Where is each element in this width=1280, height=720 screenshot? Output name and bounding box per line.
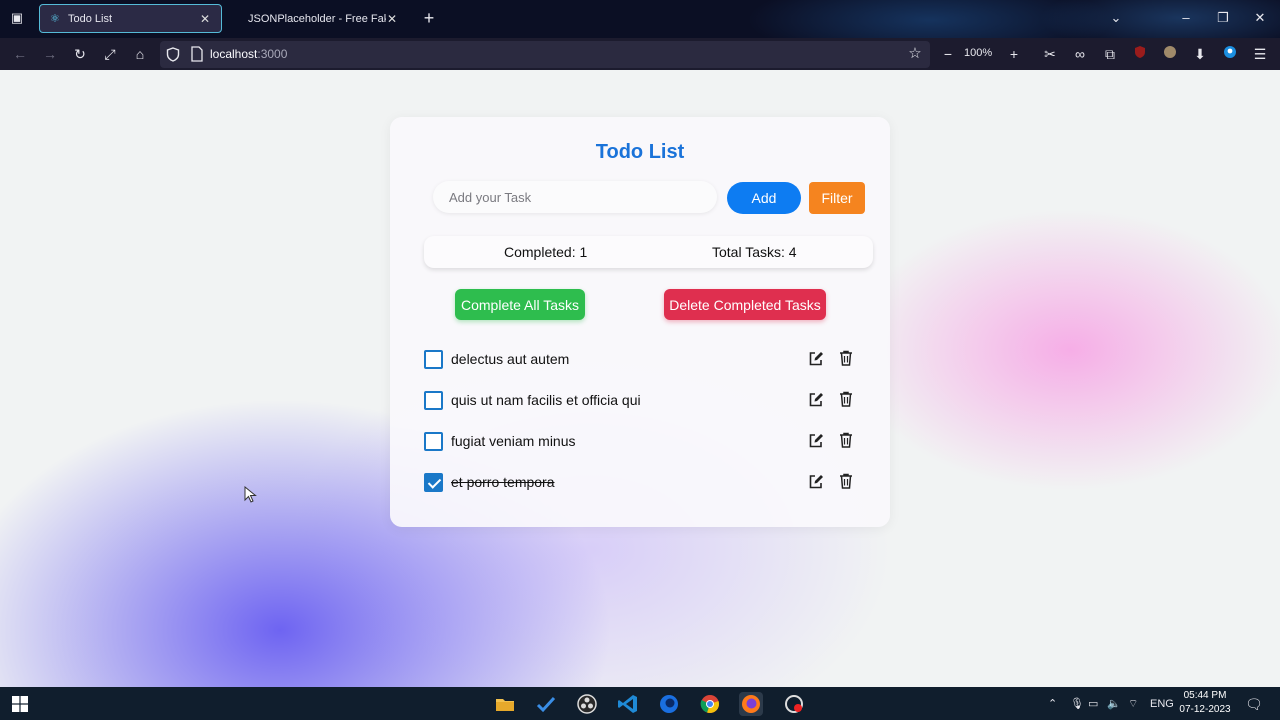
menu-icon[interactable]: ☰ — [1250, 44, 1270, 64]
home-icon[interactable]: ⌂ — [130, 44, 150, 64]
tray-chevron-up-icon[interactable]: ⌃ — [1048, 696, 1057, 712]
stats-bar: Completed: 1 Total Tasks: 4 — [424, 236, 873, 268]
extensions-icon[interactable]: ⧉ — [1100, 44, 1120, 64]
obs-icon[interactable] — [575, 692, 599, 716]
trash-icon[interactable] — [838, 472, 854, 490]
trash-icon[interactable] — [838, 390, 854, 408]
new-tab-icon[interactable]: + — [420, 8, 438, 28]
reload-icon[interactable]: ↻ — [70, 44, 90, 64]
complete-all-button[interactable]: Complete All Tasks — [455, 289, 585, 320]
bookmark-star-icon[interactable]: ☆ — [906, 45, 924, 63]
back-icon[interactable]: ← — [10, 44, 30, 64]
firefox-icon[interactable] — [739, 692, 763, 716]
app-title: Todo List — [595, 141, 685, 163]
task-item: et porro tempora — [424, 472, 864, 513]
expand-icon[interactable]: ⤢ — [100, 44, 120, 64]
edit-icon[interactable] — [808, 472, 824, 490]
url-bar[interactable]: localhost:3000 ☆ — [160, 41, 930, 68]
task-input[interactable] — [433, 181, 717, 213]
tab-list-icon[interactable]: ▣ — [8, 10, 26, 26]
screenshot-icon[interactable]: ✂ — [1040, 44, 1060, 64]
task-list: delectus aut autem quis ut nam facilis e… — [424, 349, 864, 513]
url-text: localhost:3000 — [210, 47, 288, 61]
minimize-icon[interactable]: – — [1176, 8, 1196, 28]
firefox-developer-icon[interactable] — [657, 692, 681, 716]
account-icon[interactable] — [1220, 44, 1240, 64]
edit-icon[interactable] — [808, 390, 824, 408]
mouse-cursor-icon — [244, 486, 257, 503]
zoom-in-icon[interactable]: + — [1004, 44, 1024, 64]
vscode-icon[interactable] — [616, 692, 640, 716]
task-text: quis ut nam facilis et officia qui — [451, 392, 641, 408]
shield-icon[interactable] — [166, 47, 180, 62]
page-content: Todo List Add Filter Completed: 1 Total … — [0, 70, 1280, 687]
task-item: delectus aut autem — [424, 349, 864, 390]
microphone-icon[interactable]: 🎙 — [1070, 696, 1084, 712]
ublock-icon[interactable] — [1130, 44, 1150, 64]
add-button[interactable]: Add — [727, 182, 801, 214]
task-checkbox[interactable] — [424, 391, 443, 410]
notifications-icon[interactable]: 🗨 — [1245, 696, 1263, 712]
clock-date: 07-12-2023 — [1179, 704, 1231, 715]
browser-tab-bar: ▣ ⚛ Todo List ✕ JSONPlaceholder - Free F… — [0, 0, 1280, 38]
volume-icon[interactable]: 🔈 — [1107, 696, 1121, 712]
tab-title: Todo List — [68, 12, 113, 25]
download-icon[interactable]: ⬇ — [1190, 44, 1210, 64]
total-count: Total Tasks: 4 — [712, 244, 797, 260]
browser-nav-bar: ← → ↻ ⤢ ⌂ localhost:3000 ☆ − 100% + ✂ ∞ … — [0, 38, 1280, 70]
task-item: fugiat veniam minus — [424, 431, 864, 472]
file-explorer-icon[interactable] — [493, 692, 517, 716]
tab-jsonplaceholder[interactable]: JSONPlaceholder - Free Fake RE ✕ — [238, 4, 408, 33]
page-icon — [191, 46, 203, 62]
todo-app-icon[interactable] — [534, 692, 558, 716]
chevron-down-icon[interactable]: ⌄ — [1106, 8, 1126, 28]
task-checkbox[interactable] — [424, 350, 443, 369]
tab-todo-list[interactable]: ⚛ Todo List ✕ — [39, 4, 222, 33]
restore-icon[interactable]: ❐ — [1213, 8, 1233, 28]
clock-time: 05:44 PM — [1183, 690, 1227, 701]
delete-completed-button[interactable]: Delete Completed Tasks — [664, 289, 826, 320]
edit-icon[interactable] — [808, 349, 824, 367]
task-text: fugiat veniam minus — [451, 433, 576, 449]
windows-start-icon[interactable] — [12, 696, 28, 712]
task-text: delectus aut autem — [451, 351, 570, 367]
close-tab-icon[interactable]: ✕ — [386, 12, 398, 26]
extension-avatar-icon[interactable] — [1160, 44, 1180, 64]
edit-icon[interactable] — [808, 431, 824, 449]
zoom-out-icon[interactable]: − — [938, 44, 958, 64]
wifi-icon[interactable]: ⌔ — [1128, 696, 1138, 712]
task-checkbox-checked[interactable] — [424, 473, 443, 492]
forward-icon[interactable]: → — [40, 44, 60, 64]
task-checkbox[interactable] — [424, 432, 443, 451]
react-icon: ⚛ — [50, 12, 60, 25]
filter-button[interactable]: Filter — [809, 182, 865, 214]
close-tab-icon[interactable]: ✕ — [199, 12, 211, 26]
tab-title: JSONPlaceholder - Free Fake RE — [248, 12, 386, 25]
close-window-icon[interactable]: ✕ — [1250, 8, 1270, 28]
system-clock[interactable]: 05:44 PM 07-12-2023 — [1172, 689, 1238, 717]
private-mask-icon[interactable]: ∞ — [1070, 44, 1090, 64]
task-item: quis ut nam facilis et officia qui — [424, 390, 864, 431]
chrome-icon[interactable] — [698, 692, 722, 716]
windows-taskbar: ⌃ 🎙 ▭ 🔈 ⌔ ENG 05:44 PM 07-12-2023 🗨 — [0, 687, 1280, 720]
todo-card: Todo List Add Filter Completed: 1 Total … — [390, 117, 890, 527]
zoom-level[interactable]: 100% — [964, 47, 992, 59]
trash-icon[interactable] — [838, 349, 854, 367]
battery-icon[interactable]: ▭ — [1088, 696, 1098, 712]
task-text: et porro tempora — [451, 474, 555, 490]
language-indicator[interactable]: ENG — [1150, 696, 1174, 712]
completed-count: Completed: 1 — [504, 244, 588, 260]
trash-icon[interactable] — [838, 431, 854, 449]
screen-recorder-icon[interactable] — [782, 692, 806, 716]
